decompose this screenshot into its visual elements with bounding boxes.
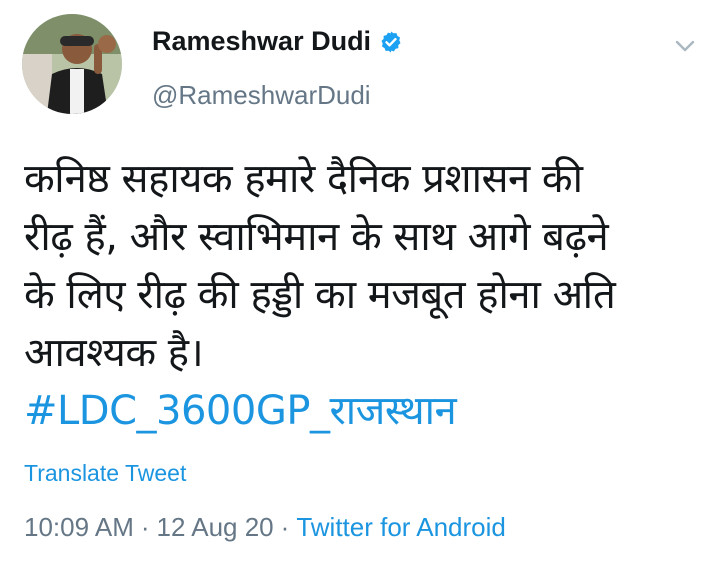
tweet-source-link[interactable]: Twitter for Android [296, 512, 506, 542]
verified-badge-icon [381, 31, 401, 52]
tweet-line: कनिष्ठ सहायक हमारे दैनिक प्रशासन की [24, 156, 583, 202]
tweet-line: आवश्यक है। [24, 330, 204, 376]
tweet-line: रीढ़ हैं, और स्वाभिमान के साथ आगे बढ़ने [24, 214, 609, 260]
translate-tweet-link[interactable]: Translate Tweet [24, 460, 186, 487]
chevron-down-icon[interactable] [674, 38, 696, 54]
hashtag-link[interactable]: #LDC_3600GP_राजस्थान [24, 388, 457, 434]
tweet-text: कनिष्ठ सहायक हमारे दैनिक प्रशासन की रीढ़… [24, 150, 704, 440]
tweet-date: 12 Aug 20 [156, 512, 274, 542]
tweet-meta: 10:09 AM · 12 Aug 20 · Twitter for Android [24, 512, 506, 543]
tweet-line: के लिए रीढ़ की हड्डी का मजबूत होना अति [24, 272, 616, 318]
meta-separator: · [280, 512, 290, 542]
avatar[interactable] [22, 14, 122, 114]
tweet-time: 10:09 AM [24, 512, 134, 542]
author-name[interactable]: Rameshwar Dudi [152, 26, 371, 57]
author-handle[interactable]: @RameshwarDudi [152, 80, 371, 111]
meta-separator: · [140, 512, 150, 542]
